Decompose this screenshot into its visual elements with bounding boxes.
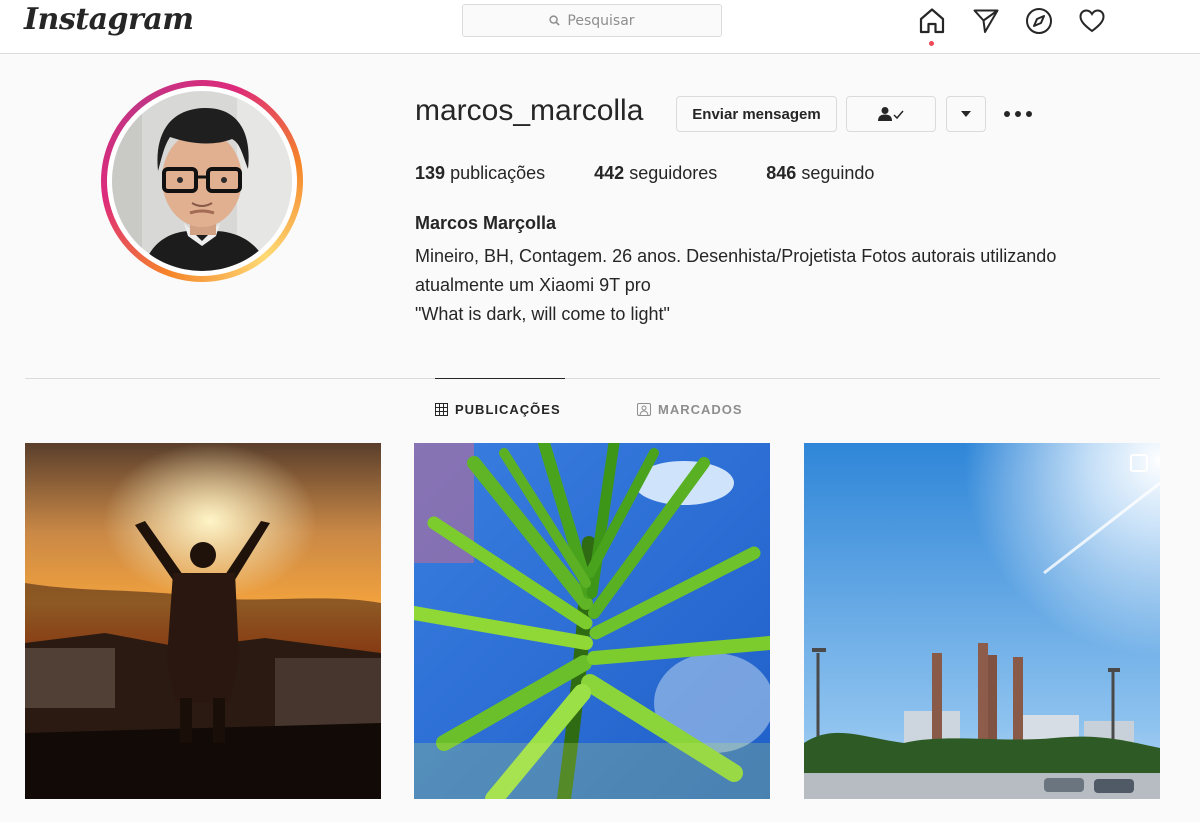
- grid-icon: [435, 403, 448, 416]
- tabs-divider: [25, 378, 1160, 379]
- tab-posts-label: PUBLICAÇÕES: [455, 402, 561, 417]
- more-dot-icon: [1015, 111, 1021, 117]
- followers-link[interactable]: 442 seguidores: [594, 163, 717, 184]
- direct-icon[interactable]: [972, 7, 1000, 35]
- following-count-value: 846: [766, 163, 797, 183]
- home-icon[interactable]: [918, 7, 946, 35]
- story-ring[interactable]: [101, 80, 303, 282]
- multiple-photos-icon: [1130, 454, 1148, 472]
- post-image-sunset: [25, 443, 381, 799]
- profile-full-name: Marcos Marçolla: [415, 213, 557, 233]
- following-button[interactable]: [846, 96, 936, 132]
- notification-dot: [929, 41, 934, 46]
- instagram-logo[interactable]: Instagram: [24, 2, 194, 37]
- tab-tagged[interactable]: MARCADOS: [637, 402, 743, 417]
- more-dot-icon: [1026, 111, 1032, 117]
- search-placeholder: Pesquisar: [567, 12, 635, 29]
- post-thumbnail[interactable]: [25, 443, 381, 799]
- top-navigation-bar: Instagram Pesquisar: [0, 0, 1200, 54]
- search-input[interactable]: Pesquisar: [462, 4, 722, 37]
- chevron-down-icon: [961, 111, 971, 117]
- profile-stats: 139 publicações 442 seguidores 846 segui…: [415, 163, 923, 184]
- suggested-accounts-dropdown-button[interactable]: [946, 96, 986, 132]
- activity-heart-icon[interactable]: [1078, 7, 1106, 35]
- search-icon: [549, 15, 561, 26]
- post-thumbnail[interactable]: [414, 443, 770, 799]
- user-check-icon: [878, 107, 904, 121]
- bio-line: Mineiro, BH, Contagem. 26 anos. Desenhis…: [415, 246, 1057, 266]
- profile-bio: Mineiro, BH, Contagem. 26 anos. Desenhis…: [415, 242, 1135, 329]
- following-label: seguindo: [801, 163, 875, 183]
- bio-line: atualmente um Xiaomi 9T pro: [415, 275, 651, 295]
- posts-count-label: publicações: [450, 163, 546, 183]
- active-tab-indicator: [435, 378, 565, 379]
- followers-count-value: 442: [594, 163, 625, 183]
- send-message-button[interactable]: Enviar mensagem: [676, 96, 837, 132]
- explore-icon[interactable]: [1025, 7, 1053, 35]
- post-image-plant: [414, 443, 770, 799]
- posts-count: 139 publicações: [415, 163, 545, 184]
- followers-label: seguidores: [629, 163, 718, 183]
- following-link[interactable]: 846 seguindo: [766, 163, 874, 184]
- tab-posts[interactable]: PUBLICAÇÕES: [435, 402, 561, 417]
- bio-line: "What is dark, will come to light": [415, 304, 670, 324]
- tagged-user-icon: [637, 403, 651, 416]
- tab-tagged-label: MARCADOS: [658, 402, 743, 417]
- more-dot-icon: [1004, 111, 1010, 117]
- avatar[interactable]: [112, 91, 292, 271]
- post-image-chimneys: [804, 443, 1160, 799]
- post-thumbnail[interactable]: [804, 443, 1160, 799]
- more-options-button[interactable]: [1004, 104, 1032, 124]
- posts-count-value: 139: [415, 163, 446, 183]
- profile-username: marcos_marcolla: [415, 94, 644, 127]
